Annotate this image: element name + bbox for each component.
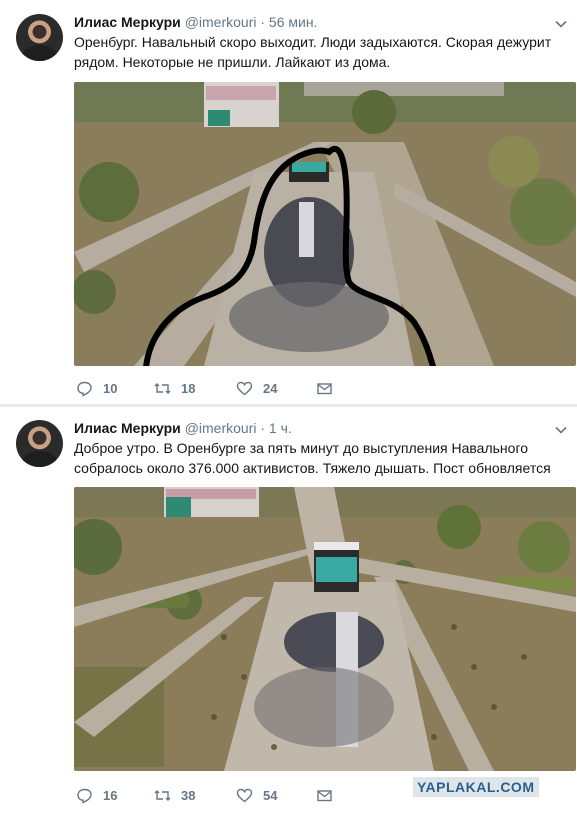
message-button[interactable] [316,380,343,397]
reply-count: 16 [103,788,118,803]
tweet-actions: 16 38 54 [74,787,374,807]
avatar[interactable] [16,420,63,467]
tweet-text: Доброе утро. В Оренбурге за пять минут д… [74,440,551,476]
tweet-photo[interactable] [74,487,576,771]
chevron-down-icon[interactable] [555,18,567,30]
reply-icon [77,788,92,804]
message-button[interactable] [316,787,343,804]
tweet-header: Илиас Меркури @imerkouri · 1 ч. [74,420,292,436]
tweet-1[interactable]: Илиас Меркури @imerkouri · 56 мин. Оренб… [0,0,577,404]
tweet-text: Оренбург. Навальный скоро выходит. Люди … [74,34,552,70]
retweet-button[interactable]: 18 [154,380,195,397]
separator-dot: · [260,420,266,436]
reply-icon [77,381,92,397]
retweet-count: 18 [181,381,196,396]
aerial-crowd-photo [74,487,576,771]
author-handle[interactable]: @imerkouri [185,14,257,30]
chevron-down-icon[interactable] [555,424,567,436]
retweet-icon [154,790,171,801]
tweet-2[interactable]: Илиас Меркури @imerkouri · 1 ч. Доброе у… [0,407,577,816]
author-name[interactable]: Илиас Меркури [74,420,181,436]
reply-button[interactable]: 16 [76,787,117,804]
tweet-time[interactable]: 56 мин. [269,14,318,30]
author-name[interactable]: Илиас Меркури [74,14,181,30]
retweet-count: 38 [181,788,196,803]
retweet-button[interactable]: 38 [154,787,195,804]
like-count: 54 [263,788,278,803]
reply-button[interactable]: 10 [76,380,117,397]
like-count: 24 [263,381,278,396]
heart-icon [236,381,253,396]
tweet-photo[interactable] [74,82,576,366]
tweet-actions: 10 18 24 [74,380,374,400]
tweet-header: Илиас Меркури @imerkouri · 56 мин. [74,14,317,30]
reply-count: 10 [103,381,118,396]
like-button[interactable]: 54 [236,787,277,804]
aerial-crowd-photo-annotated [74,82,576,366]
separator-dot: · [260,14,266,30]
watermark: YAPLAKAL.COM [413,777,539,797]
envelope-icon [317,790,332,802]
envelope-icon [317,383,332,395]
avatar[interactable] [16,14,63,61]
heart-icon [236,788,253,803]
retweet-icon [154,383,171,394]
author-handle[interactable]: @imerkouri [185,420,257,436]
tweet-time[interactable]: 1 ч. [269,420,292,436]
like-button[interactable]: 24 [236,380,277,397]
